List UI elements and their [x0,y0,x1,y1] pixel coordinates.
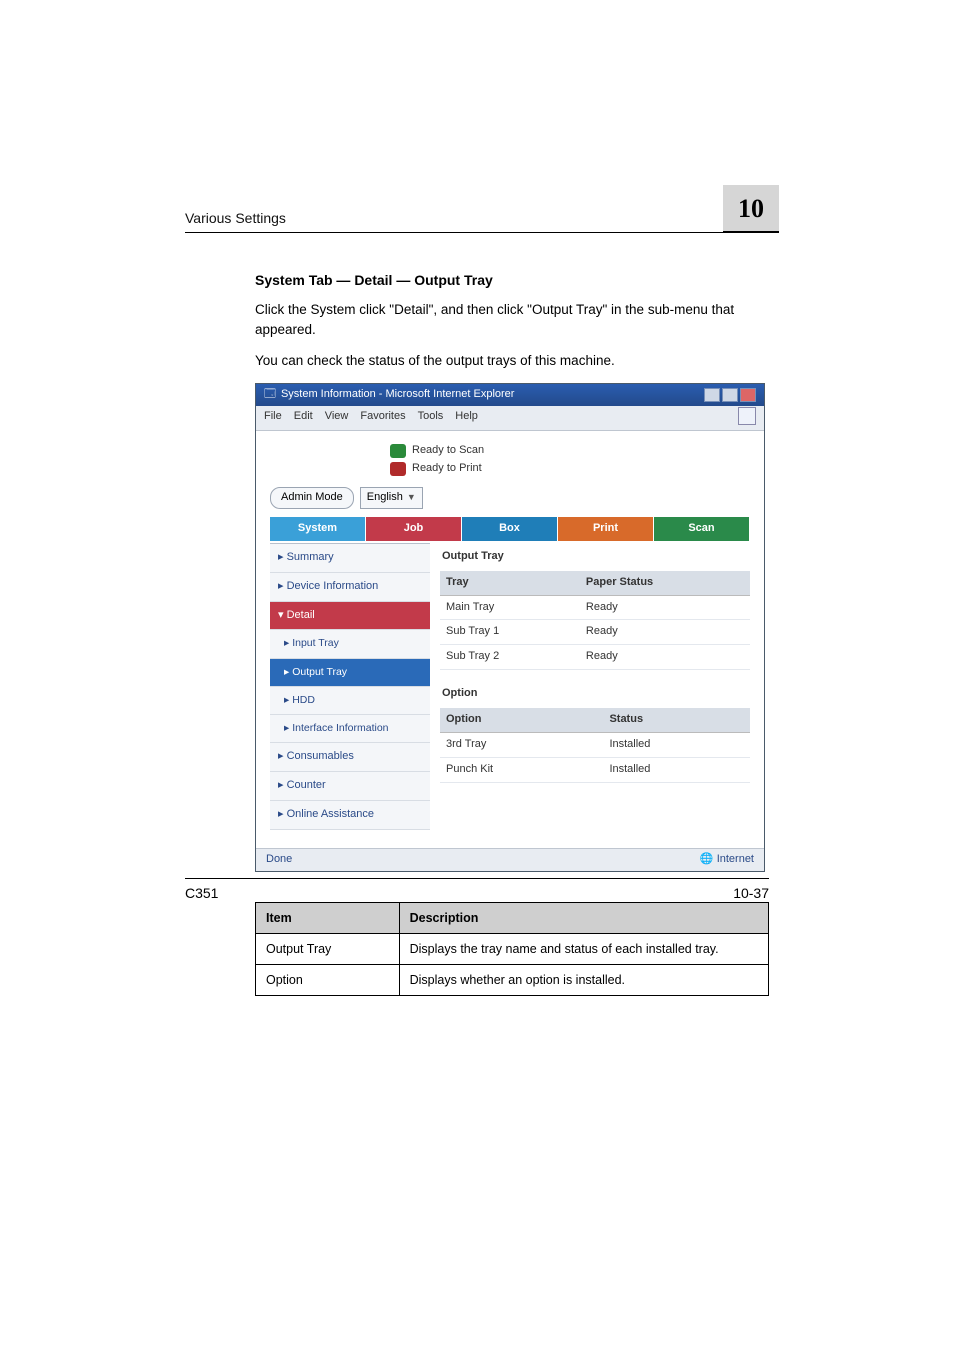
cell-item: Output Tray [256,934,400,965]
nav-detail[interactable]: ▾ Detail [270,602,430,631]
cell-desc: Displays the tray name and status of eac… [399,934,768,965]
table-row: 3rd Tray Installed [440,732,750,757]
nav-summary[interactable]: ▸ Summary [270,544,430,573]
window-title: System Information - Microsoft Internet … [281,387,515,403]
table-row: Punch Kit Installed [440,757,750,782]
chapter-number-box: 10 [723,185,779,233]
col-option-status: Status [603,708,750,732]
nav-label: Input Tray [292,637,339,649]
nav-label: Online Assistance [287,808,374,820]
browser-statusbar: Done 🌐 Internet [256,848,764,871]
nav-label: Counter [287,779,326,791]
language-value: English [367,490,403,506]
table-row: Sub Tray 1 Ready [440,620,750,645]
pane-title-output-tray: Output Tray [442,549,750,565]
col-description: Description [399,903,768,934]
admin-mode-button[interactable]: Admin Mode [270,487,354,509]
status-ok-icon [390,444,406,458]
close-button[interactable] [740,388,756,402]
menu-file[interactable]: File [264,409,282,427]
cell-tray: Main Tray [440,595,580,620]
side-nav: ▸ Summary ▸ Device Information ▾ Detail … [270,543,430,831]
nav-label: Device Information [287,580,379,592]
chapter-number: 10 [738,194,764,223]
table-row: Sub Tray 2 Ready [440,645,750,670]
language-select[interactable]: English ▼ [360,487,423,509]
chevron-down-icon: ▼ [407,491,416,504]
tab-job[interactable]: Job [366,517,462,541]
running-header: Various Settings [185,210,286,226]
nav-online-assistance[interactable]: ▸ Online Assistance [270,801,430,830]
tab-scan[interactable]: Scan [654,517,750,541]
output-tray-table: Tray Paper Status Main Tray Ready Sub Tr… [440,571,750,684]
header-rule [185,232,723,233]
window-titlebar: 🗔 System Information - Microsoft Interne… [256,384,764,406]
tab-box[interactable]: Box [462,517,558,541]
section-heading: System Tab — Detail — Output Tray [255,270,769,290]
col-option: Option [440,708,603,732]
nav-interface-info[interactable]: ▸ Interface Information [270,715,430,743]
item-description-table: Item Description Output Tray Displays th… [255,902,769,996]
nav-label: HDD [292,694,315,706]
nav-label: Output Tray [292,666,347,678]
menu-bar: File Edit View Favorites Tools Help [256,406,764,431]
nav-label: Summary [287,551,334,563]
main-tabs: System Job Box Print Scan [270,517,750,541]
nav-label: Interface Information [292,722,388,734]
nav-device-info[interactable]: ▸ Device Information [270,573,430,602]
pane-title-option: Option [442,686,750,702]
status-scan-text: Ready to Scan [412,443,484,459]
body-paragraph: You can check the status of the output t… [255,351,769,371]
col-tray: Tray [440,571,580,595]
device-status-block: Ready to Scan Ready to Print [390,443,750,477]
nav-label: Detail [287,609,315,621]
col-paper-status: Paper Status [580,571,750,595]
nav-output-tray[interactable]: ▸ Output Tray [270,659,430,687]
cell-desc: Displays whether an option is installed. [399,965,768,996]
nav-hdd[interactable]: ▸ HDD [270,687,430,715]
minimize-button[interactable] [704,388,720,402]
cell-tray: Sub Tray 1 [440,620,580,645]
ie-logo-icon [738,407,756,425]
nav-input-tray[interactable]: ▸ Input Tray [270,630,430,658]
statusbar-left: Done [266,852,292,868]
menu-favorites[interactable]: Favorites [360,409,405,427]
nav-consumables[interactable]: ▸ Consumables [270,743,430,772]
cell-option-status: Installed [603,757,750,782]
embedded-screenshot: 🗔 System Information - Microsoft Interne… [255,383,765,872]
status-print-text: Ready to Print [412,461,482,477]
tab-system[interactable]: System [270,517,366,541]
menu-help[interactable]: Help [455,409,478,427]
footer-model: C351 [185,885,218,901]
cell-tray: Sub Tray 2 [440,645,580,670]
cell-item: Option [256,965,400,996]
cell-status: Ready [580,645,750,670]
status-warn-icon [390,462,406,476]
table-row: Main Tray Ready [440,595,750,620]
maximize-button[interactable] [722,388,738,402]
cell-option: Punch Kit [440,757,603,782]
footer-page-number: 10-37 [733,885,769,901]
menu-tools[interactable]: Tools [418,409,444,427]
statusbar-right: Internet [717,853,754,865]
cell-status: Ready [580,595,750,620]
content-pane: Output Tray Tray Paper Status Main Tray … [430,543,750,831]
page-footer: C351 10-37 [185,878,769,901]
col-item: Item [256,903,400,934]
nav-label: Consumables [287,750,354,762]
menu-view[interactable]: View [325,409,349,427]
ie-page-icon: 🗔 [264,387,276,403]
cell-option: 3rd Tray [440,732,603,757]
nav-counter[interactable]: ▸ Counter [270,772,430,801]
table-row: Output Tray Displays the tray name and s… [256,934,769,965]
tab-print[interactable]: Print [558,517,654,541]
option-table: Option Status 3rd Tray Installed Punch K… [440,708,750,783]
table-row: Option Displays whether an option is ins… [256,965,769,996]
menu-edit[interactable]: Edit [294,409,313,427]
cell-status: Ready [580,620,750,645]
body-paragraph: Click the System click "Detail", and the… [255,300,769,339]
cell-option-status: Installed [603,732,750,757]
internet-zone-icon: 🌐 [700,853,714,865]
